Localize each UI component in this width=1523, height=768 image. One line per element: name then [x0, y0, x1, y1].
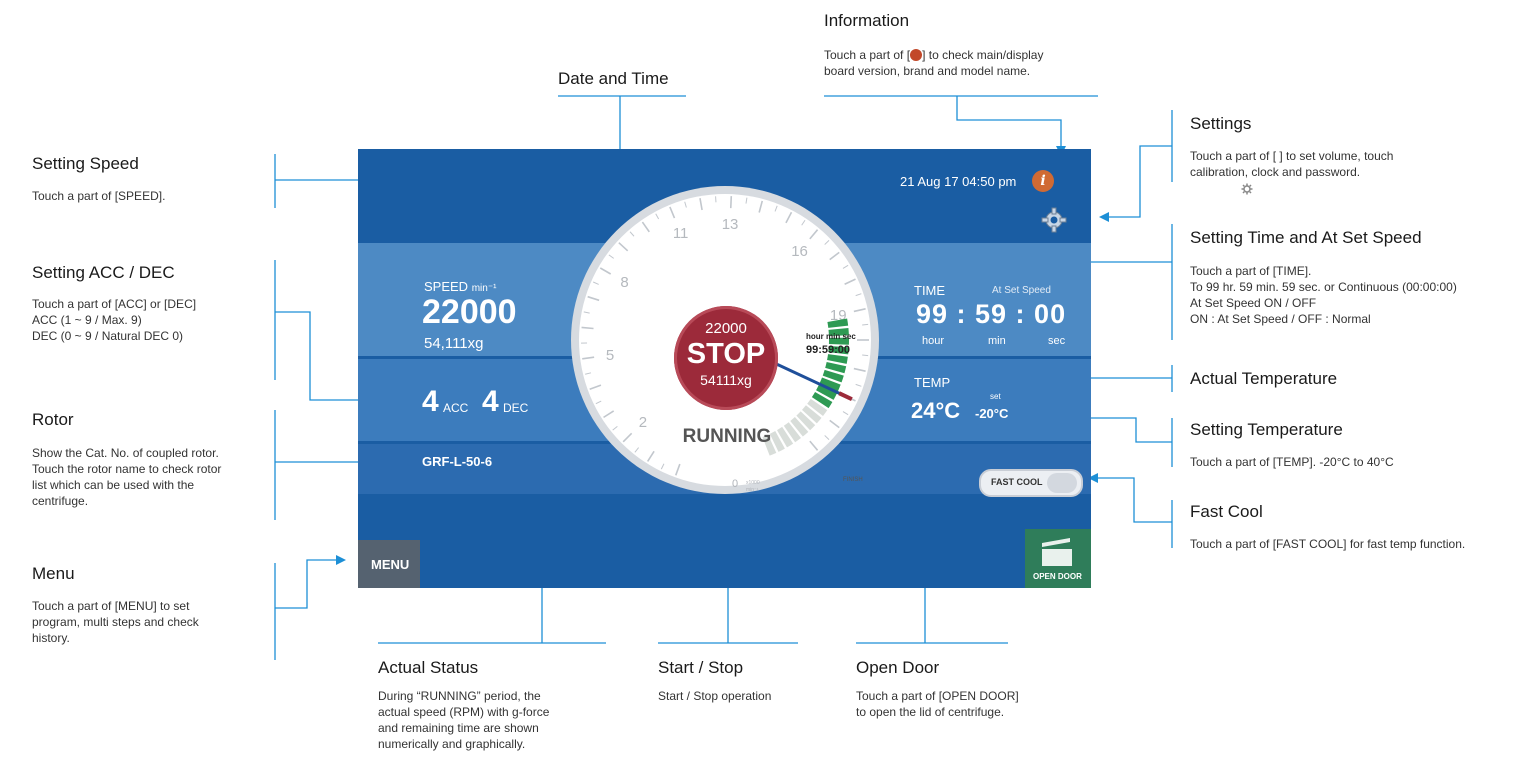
centrifuge-screen: 21 Aug 17 04:50 pm i SPEED min⁻¹ 22000 5…: [358, 149, 1091, 588]
fast-cool-label: FAST COOL: [991, 477, 1043, 487]
set-temp-value: -20°C: [975, 406, 1009, 421]
open-door-label: OPEN DOOR: [1033, 572, 1082, 581]
remaining-header: hour min sec: [806, 332, 856, 341]
dial-zero-label: 0: [732, 478, 738, 490]
stop-label: STOP: [686, 338, 766, 370]
actual-temp: 24°C: [911, 398, 961, 423]
speed-label: SPEED: [424, 279, 469, 294]
dial-tick-label: 11: [673, 225, 689, 242]
stop-gforce: 54111xg: [700, 372, 752, 388]
door-icon: [1042, 538, 1072, 566]
sec-unit: sec: [1048, 335, 1066, 347]
speed-gforce: 54,111xg: [424, 335, 484, 352]
rotor-name[interactable]: GRF-L-50-6: [422, 454, 492, 469]
dial-tick-label: 16: [791, 243, 808, 260]
settings-gear-icon[interactable]: [1041, 207, 1067, 233]
start-stop-button[interactable]: 22000 STOP 54111xg: [674, 306, 778, 410]
dec-label: DEC: [503, 401, 529, 415]
dial-tick-label: 8: [620, 274, 628, 291]
acc-label: ACC: [443, 401, 469, 415]
dial-tick: [729, 196, 733, 209]
status-text: RUNNING: [682, 426, 772, 447]
fast-cool-toggle[interactable]: FAST COOL: [979, 469, 1083, 497]
speed-value: 22000: [422, 293, 517, 331]
datetime-display[interactable]: 21 Aug 17 04:50 pm: [900, 174, 1016, 189]
set-temp-label: set: [990, 392, 1001, 401]
menu-button[interactable]: MENU: [358, 540, 420, 588]
time-label: TIME: [914, 283, 946, 298]
stop-set-speed: 22000: [705, 320, 747, 337]
dial-unit-label: x1000: [746, 480, 760, 486]
dial-unit-label-2: min⁻¹: [746, 487, 759, 493]
dial-tick-label: 2: [639, 414, 647, 431]
fast-cool-knob: [1047, 473, 1077, 493]
info-button[interactable]: i: [1032, 170, 1054, 192]
time-value: 99 : 59 : 00: [916, 299, 1067, 329]
dial-tick-label: 13: [722, 216, 739, 233]
dial-tick: [581, 326, 594, 330]
acc-value[interactable]: 4: [422, 385, 439, 419]
hour-unit: hour: [922, 335, 945, 347]
finish-label: FINISH: [843, 477, 863, 483]
min-unit: min: [988, 335, 1006, 347]
dec-value[interactable]: 4: [482, 385, 499, 419]
at-set-speed-label: At Set Speed: [992, 285, 1051, 296]
dial-tick: [862, 354, 869, 357]
temp-label: TEMP: [914, 375, 951, 390]
dial-tick-label: 5: [606, 347, 614, 364]
dial-tick: [862, 323, 869, 326]
open-door-button[interactable]: OPEN DOOR: [1025, 529, 1091, 588]
menu-label: MENU: [371, 557, 410, 572]
remaining-time: 99:59:00: [806, 344, 851, 356]
